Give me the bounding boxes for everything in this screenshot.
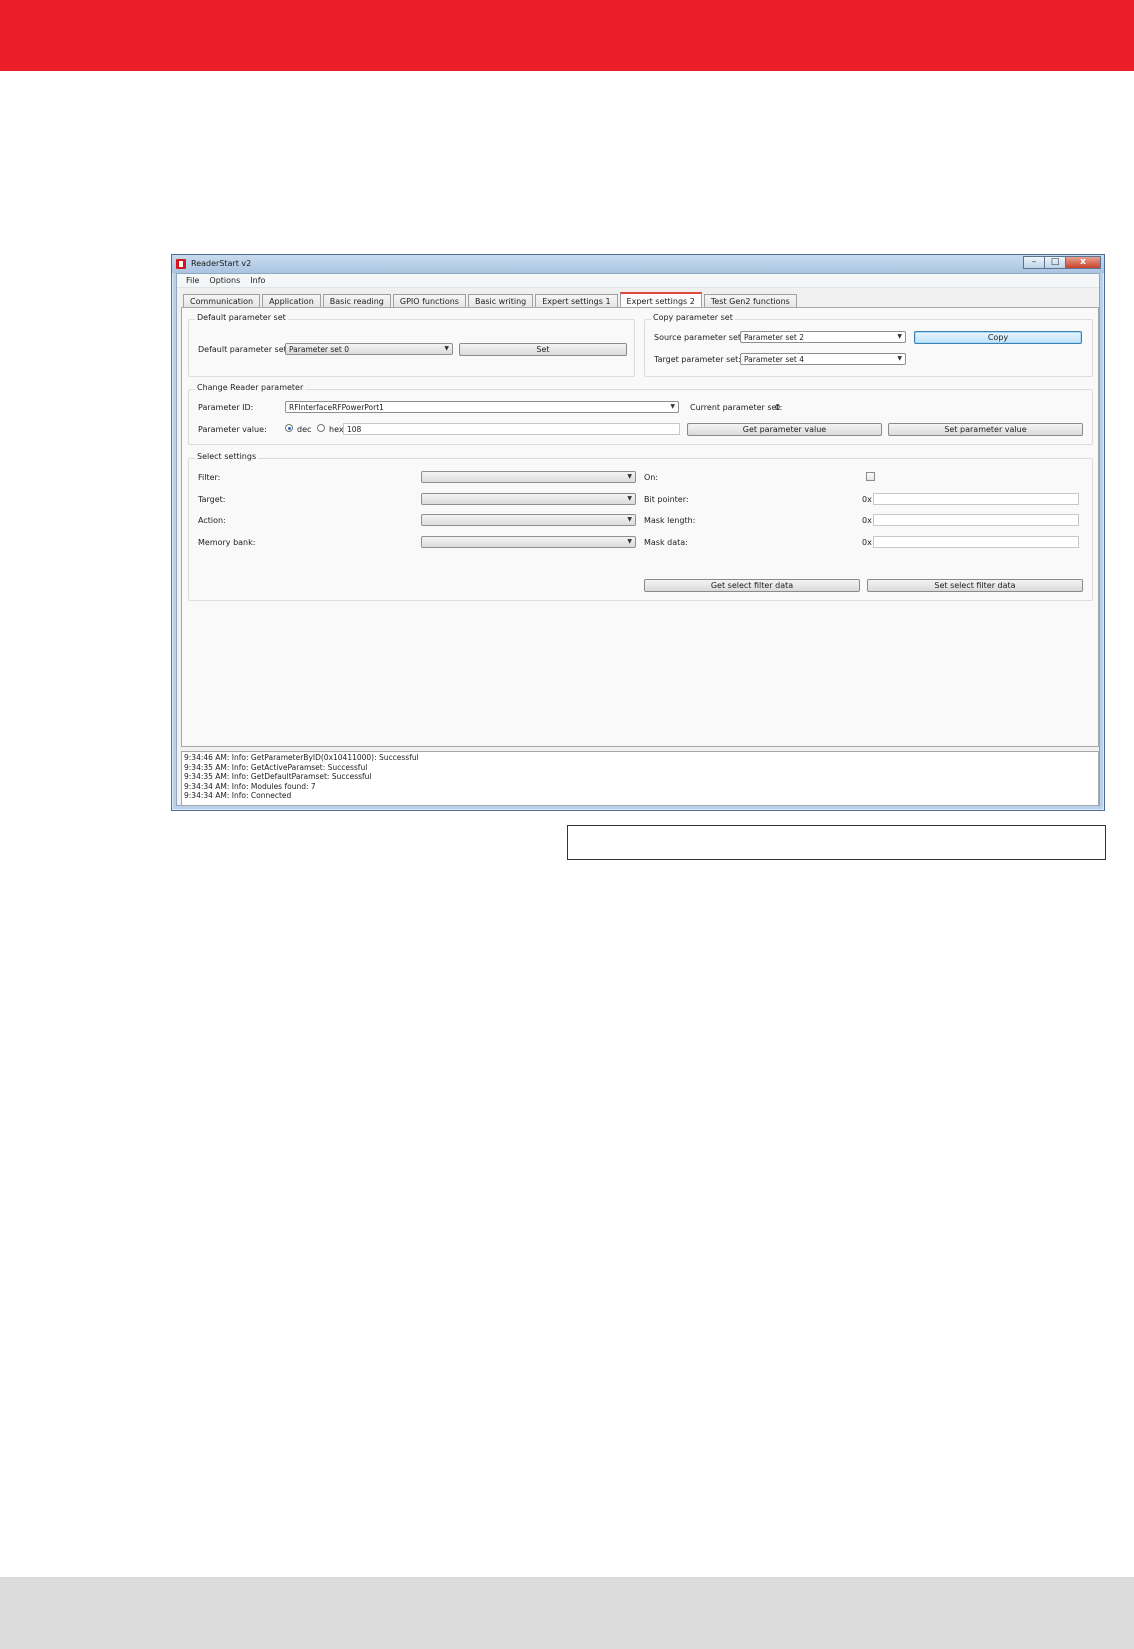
mask-data-input[interactable] [873,536,1079,548]
window-controls: – □ x [1023,256,1101,269]
default-parameter-set-label: Default parameter set: [198,345,290,354]
filter-combo[interactable]: ▼ [421,471,636,483]
tab-strip: Communication Application Basic reading … [183,292,799,308]
set-parameter-value-button[interactable]: Set parameter value [888,423,1083,436]
memory-bank-combo[interactable]: ▼ [421,536,636,548]
chevron-down-icon: ▼ [897,333,902,340]
log-line: 9:34:35 AM: Info: GetDefaultParamset: Su… [184,772,372,782]
window-client-area: File Options Info Communication Applicat… [176,273,1100,806]
select-settings-group: Select settings Filter: ▼ On: Target: ▼ … [188,452,1093,601]
hex-label: hex [329,425,344,434]
chevron-down-icon: ▼ [627,495,632,502]
bit-pointer-prefix: 0x [862,495,872,504]
target-combo[interactable]: ▼ [421,493,636,505]
chevron-down-icon: ▼ [627,473,632,480]
title-bar[interactable]: ReaderStart v2 – □ x [172,255,1104,273]
target-label: Target: [198,495,226,504]
log-line: 9:34:46 AM: Info: GetParameterByID(0x104… [184,753,419,762]
log-line: 9:34:34 AM: Info: Connected [184,791,292,801]
copy-parameter-set-group: Copy parameter set Source parameter set:… [644,313,1093,377]
chevron-down-icon: ▼ [670,403,675,410]
tab-basic-writing[interactable]: Basic writing [467,294,534,308]
mask-length-label: Mask length: [644,516,696,525]
target-parameter-set-label: Target parameter set: [654,355,741,364]
parameter-value-input[interactable]: 108 [343,423,680,435]
dec-radio[interactable] [285,424,293,432]
footer-gray-band [0,1577,1134,1649]
source-parameter-set-label: Source parameter set: [654,333,744,342]
source-parameter-set-combo[interactable]: Parameter set 2 ▼ [740,331,906,343]
copy-button[interactable]: Copy [914,331,1082,344]
copy-parameter-set-title: Copy parameter set [651,313,735,322]
tab-basic-reading[interactable]: Basic reading [322,294,391,308]
tab-gpio-functions[interactable]: GPIO functions [392,294,466,308]
parameter-id-combo[interactable]: RFInterfaceRFPowerPort1 ▼ [285,401,679,413]
log-line: 9:34:34 AM: Info: Modules found: 7 [184,781,316,791]
memory-bank-label: Memory bank: [198,538,256,547]
chevron-down-icon: ▼ [897,355,902,362]
menu-bar: File Options Info [177,274,1099,288]
bit-pointer-input[interactable] [873,493,1079,505]
parameter-value-label: Parameter value: [198,425,267,434]
current-parameter-set-label: Current parameter set: [690,403,783,412]
action-label: Action: [198,516,226,525]
menu-file[interactable]: File [181,274,204,287]
tab-communication[interactable]: Communication [183,294,261,308]
source-parameter-set-value: Parameter set 2 [744,333,805,342]
log-line: 9:34:35 AM: Info: GetActiveParamset: Suc… [184,762,368,772]
set-default-button[interactable]: Set [459,343,627,356]
tab-expert-settings-1[interactable]: Expert settings 1 [535,294,618,308]
set-select-filter-data-button[interactable]: Set select filter data [867,579,1083,592]
mask-data-prefix: 0x [862,538,872,547]
default-parameter-set-value: Parameter set 0 [289,345,350,354]
select-settings-title: Select settings [195,452,259,461]
chevron-down-icon: ▼ [627,516,632,523]
menu-info[interactable]: Info [245,274,270,287]
action-combo[interactable]: ▼ [421,514,636,526]
target-parameter-set-combo[interactable]: Parameter set 4 ▼ [740,353,906,365]
window-title: ReaderStart v2 [191,259,252,268]
chevron-down-icon: ▼ [444,345,449,352]
app-window: ReaderStart v2 – □ x File Options Info C… [171,254,1105,811]
log-panel[interactable]: 9:34:46 AM: Info: GetParameterByID(0x104… [181,751,1099,806]
dec-label: dec [297,425,312,434]
change-reader-parameter-group: Change Reader parameter Parameter ID: RF… [188,383,1093,445]
on-label: On: [644,473,659,482]
target-parameter-set-value: Parameter set 4 [744,355,805,364]
caption-box [567,825,1106,860]
mask-length-prefix: 0x [862,516,872,525]
on-checkbox[interactable] [866,472,875,481]
get-select-filter-data-button[interactable]: Get select filter data [644,579,860,592]
mask-data-label: Mask data: [644,538,688,547]
get-parameter-value-button[interactable]: Get parameter value [687,423,882,436]
chevron-down-icon: ▼ [627,538,632,545]
close-button[interactable]: x [1065,256,1101,269]
header-red-band [0,0,1134,71]
parameter-id-value: RFInterfaceRFPowerPort1 [289,403,384,412]
tab-panel-expert-settings-2: Default parameter set Default parameter … [181,307,1099,747]
default-parameter-set-combo[interactable]: Parameter set 0 ▼ [285,343,453,355]
bit-pointer-label: Bit pointer: [644,495,689,504]
app-logo-icon [176,259,186,269]
parameter-id-label: Parameter ID: [198,403,254,412]
tab-application[interactable]: Application [262,294,321,308]
minimize-button[interactable]: – [1023,256,1045,269]
hex-radio[interactable] [317,424,325,432]
change-reader-parameter-title: Change Reader parameter [195,383,306,392]
maximize-button[interactable]: □ [1044,256,1066,269]
default-parameter-set-group: Default parameter set Default parameter … [188,313,635,377]
tab-expert-settings-2[interactable]: Expert settings 2 [619,292,702,308]
default-parameter-set-title: Default parameter set [195,313,288,322]
filter-label: Filter: [198,473,221,482]
menu-options[interactable]: Options [204,274,245,287]
tab-test-gen2-functions[interactable]: Test Gen2 functions [703,294,797,308]
mask-length-input[interactable] [873,514,1079,526]
current-parameter-set-value: 0 [775,403,781,412]
